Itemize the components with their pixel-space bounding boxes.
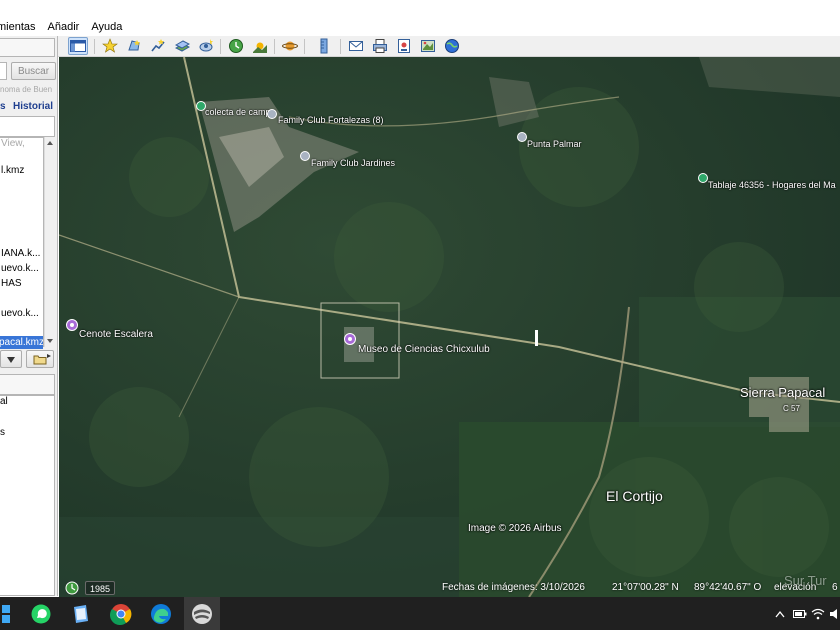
chrome-icon[interactable]: [108, 601, 134, 627]
list-item[interactable]: uevo.k...: [1, 263, 39, 274]
menu-tools[interactable]: mientas: [0, 18, 42, 36]
polygon-icon[interactable]: [124, 37, 144, 55]
save-image-icon[interactable]: [394, 37, 414, 55]
tab-places[interactable]: s: [0, 101, 6, 112]
google-earth-icon[interactable]: [184, 597, 220, 630]
overlay-icon[interactable]: [172, 37, 192, 55]
search-hint: noma de Buen: [0, 85, 53, 94]
path-icon[interactable]: [148, 37, 168, 55]
street-label: C 57: [783, 404, 800, 413]
placemark-label[interactable]: Museo de Ciencias Chicxulub: [358, 344, 490, 355]
print-icon[interactable]: [370, 37, 390, 55]
show-hidden-icon[interactable]: [775, 610, 785, 618]
title-bar: [0, 0, 840, 18]
email-icon[interactable]: [346, 37, 366, 55]
list-item[interactable]: l.kmz: [1, 165, 24, 176]
menu-help[interactable]: Ayuda: [85, 18, 128, 36]
battery-icon[interactable]: [793, 609, 807, 619]
tour-icon[interactable]: [196, 37, 216, 55]
placemark-icon[interactable]: [100, 37, 120, 55]
menu-add[interactable]: Añadir: [42, 18, 86, 36]
sunlight-icon[interactable]: [250, 37, 270, 55]
placemark-pin[interactable]: [517, 132, 527, 142]
toolbar: [58, 36, 840, 57]
move-down-button[interactable]: [0, 350, 22, 368]
satellite-imagery: [59, 57, 840, 597]
latitude-readout: 21°07'00.28" N: [612, 582, 679, 593]
layers-list: al s: [0, 395, 55, 596]
wifi-icon[interactable]: [811, 608, 825, 620]
placemark-label[interactable]: Family Club Jardines: [311, 158, 395, 168]
list-item[interactable]: HAS: [1, 278, 22, 289]
add-folder-button[interactable]: [26, 350, 54, 368]
tab-history[interactable]: Historial: [13, 101, 53, 112]
layer-item[interactable]: al: [0, 396, 8, 407]
sidebar-panel: Buscar noma de Buen s Historial View, l.…: [0, 36, 58, 596]
placemark-pin[interactable]: [300, 151, 310, 161]
notes-icon[interactable]: [68, 601, 94, 627]
search-input[interactable]: [0, 62, 7, 80]
longitude-readout: 89°42'40.67" O: [694, 582, 762, 593]
edge-icon[interactable]: [148, 601, 174, 627]
volume-icon[interactable]: [829, 608, 840, 620]
sidebar-toggle-icon[interactable]: [68, 37, 88, 55]
web-icon[interactable]: [442, 37, 462, 55]
planet-icon[interactable]: [280, 37, 300, 55]
placemark-pin[interactable]: [66, 319, 78, 331]
start-icon[interactable]: [0, 601, 14, 627]
historical-slider-icon[interactable]: [65, 581, 79, 595]
placemark-label[interactable]: colecta de campo: [205, 107, 276, 117]
placemark-pin[interactable]: [344, 333, 356, 345]
placemark-label[interactable]: Family Club Fortalezas (8): [278, 115, 384, 125]
placemark-pin[interactable]: [267, 109, 277, 119]
ruler-icon[interactable]: [314, 37, 334, 55]
historical-imagery-icon[interactable]: [226, 37, 246, 55]
sidebar-search-header: [0, 38, 55, 57]
list-item[interactable]: uevo.k...: [1, 308, 39, 319]
imagery-copyright: Image © 2026 Airbus: [468, 523, 562, 534]
placemark-label[interactable]: Cenote Escalera: [79, 329, 153, 340]
map-view[interactable]: colecta de campo Family Club Fortalezas …: [59, 57, 840, 597]
list-item[interactable]: View,: [1, 138, 25, 149]
place-label-el-cortijo: El Cortijo: [606, 488, 663, 504]
taskbar: [0, 597, 840, 630]
layer-item[interactable]: s: [0, 427, 5, 438]
dropdown-icon: [47, 354, 51, 358]
placemark-label[interactable]: Tablaje 46356 - Hogares del Ma: [708, 180, 836, 190]
status-bar: 1985 Fechas de imágenes: 3/10/2026 21°07…: [59, 573, 840, 597]
map-watermark: Sur Tur: [784, 573, 827, 588]
search-button[interactable]: Buscar: [11, 62, 56, 80]
whatsapp-icon[interactable]: [28, 601, 54, 627]
search-results-list: View, l.kmz IANA.k... uevo.k... HAS uevo…: [0, 137, 44, 349]
results-scrollbar[interactable]: [44, 137, 55, 347]
imagery-date: Fechas de imágenes: 3/10/2026: [442, 582, 585, 593]
elevation-value: 6: [832, 582, 838, 593]
menu-bar: mientas Añadir Ayuda: [0, 18, 840, 36]
list-item[interactable]: IANA.k...: [1, 248, 40, 259]
layers-header: [0, 374, 55, 395]
imagery-year[interactable]: 1985: [85, 581, 116, 595]
arrow-down-icon: [7, 357, 15, 363]
placemark-label[interactable]: Punta Palmar: [527, 139, 582, 149]
folder-icon: [33, 355, 47, 365]
list-item-selected[interactable]: pacal.kmz: [0, 336, 43, 349]
search-results-header: [0, 116, 55, 137]
map-view-icon[interactable]: [418, 37, 438, 55]
placemark-pin[interactable]: [698, 173, 708, 183]
place-label-sierra-papacal: Sierra Papacal: [740, 385, 826, 400]
